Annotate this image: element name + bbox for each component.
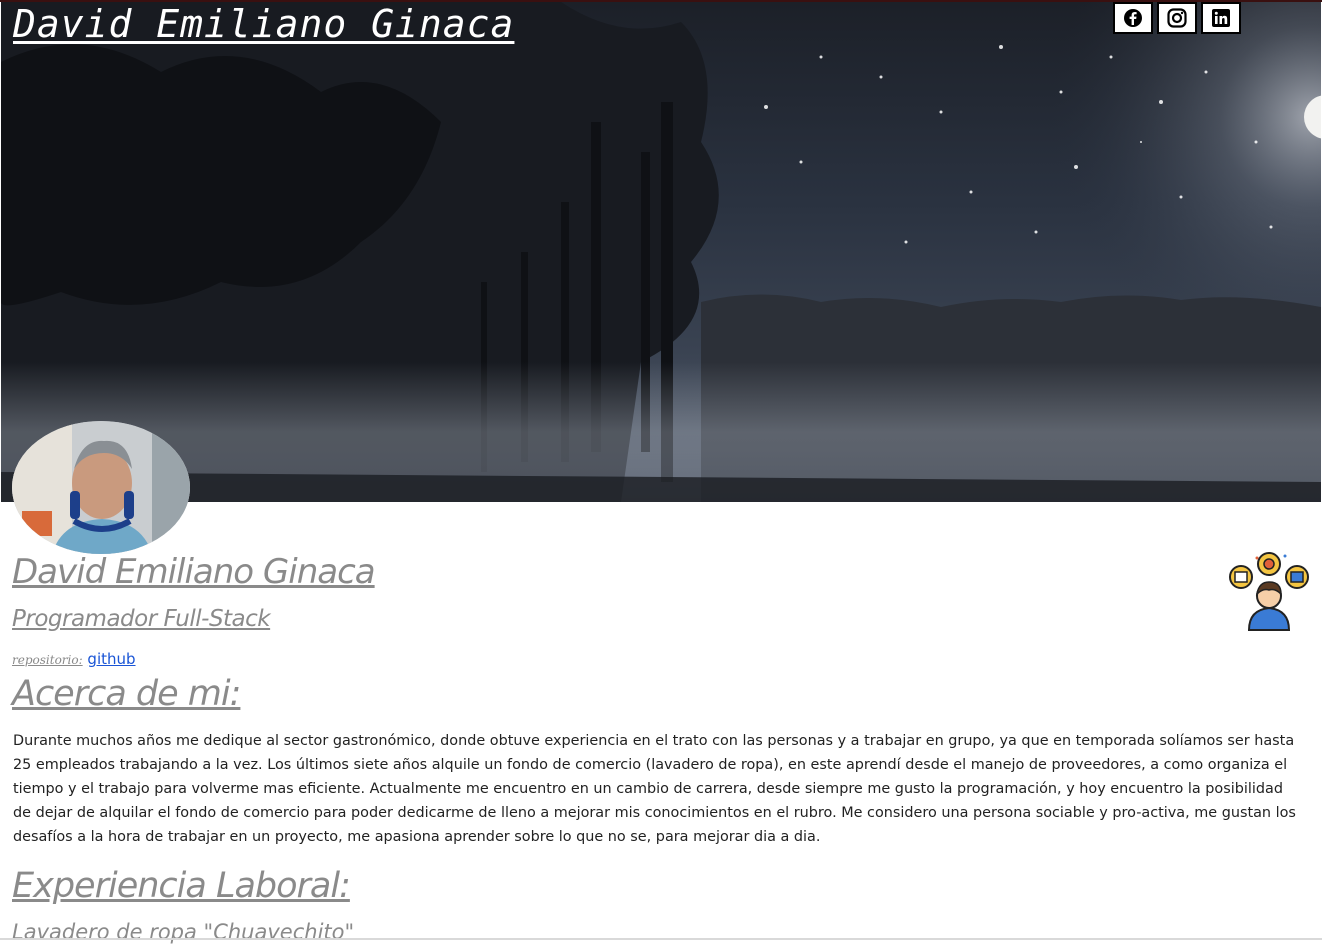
profile-photo: [12, 421, 190, 554]
job-title: Lavadero de ropa "Chuavechito": [12, 920, 355, 944]
instagram-icon: [1167, 8, 1187, 28]
facebook-link[interactable]: [1113, 2, 1153, 34]
avatar: [12, 421, 190, 554]
github-link[interactable]: github: [87, 650, 135, 668]
social-links: [1113, 2, 1241, 34]
facebook-icon: [1124, 9, 1142, 27]
linkedin-icon: [1212, 9, 1230, 27]
profile-role: Programador Full-Stack: [12, 606, 271, 632]
hero-banner: [1, 2, 1321, 502]
site-title: David Emiliano Ginaca: [13, 2, 515, 46]
night-forest-background: [1, 2, 1321, 502]
repository-line: repositorio: github: [12, 650, 136, 668]
about-heading: Acerca de mi:: [12, 674, 241, 714]
linkedin-link[interactable]: [1201, 2, 1241, 34]
repository-label: repositorio:: [12, 653, 83, 667]
profile-name: David Emiliano Ginaca: [12, 552, 376, 592]
instagram-link[interactable]: [1157, 2, 1197, 34]
experience-heading: Experiencia Laboral:: [12, 866, 351, 906]
about-paragraph: Durante muchos años me dedique al sector…: [13, 733, 1296, 845]
developer-illustration-icon: [1229, 552, 1309, 631]
